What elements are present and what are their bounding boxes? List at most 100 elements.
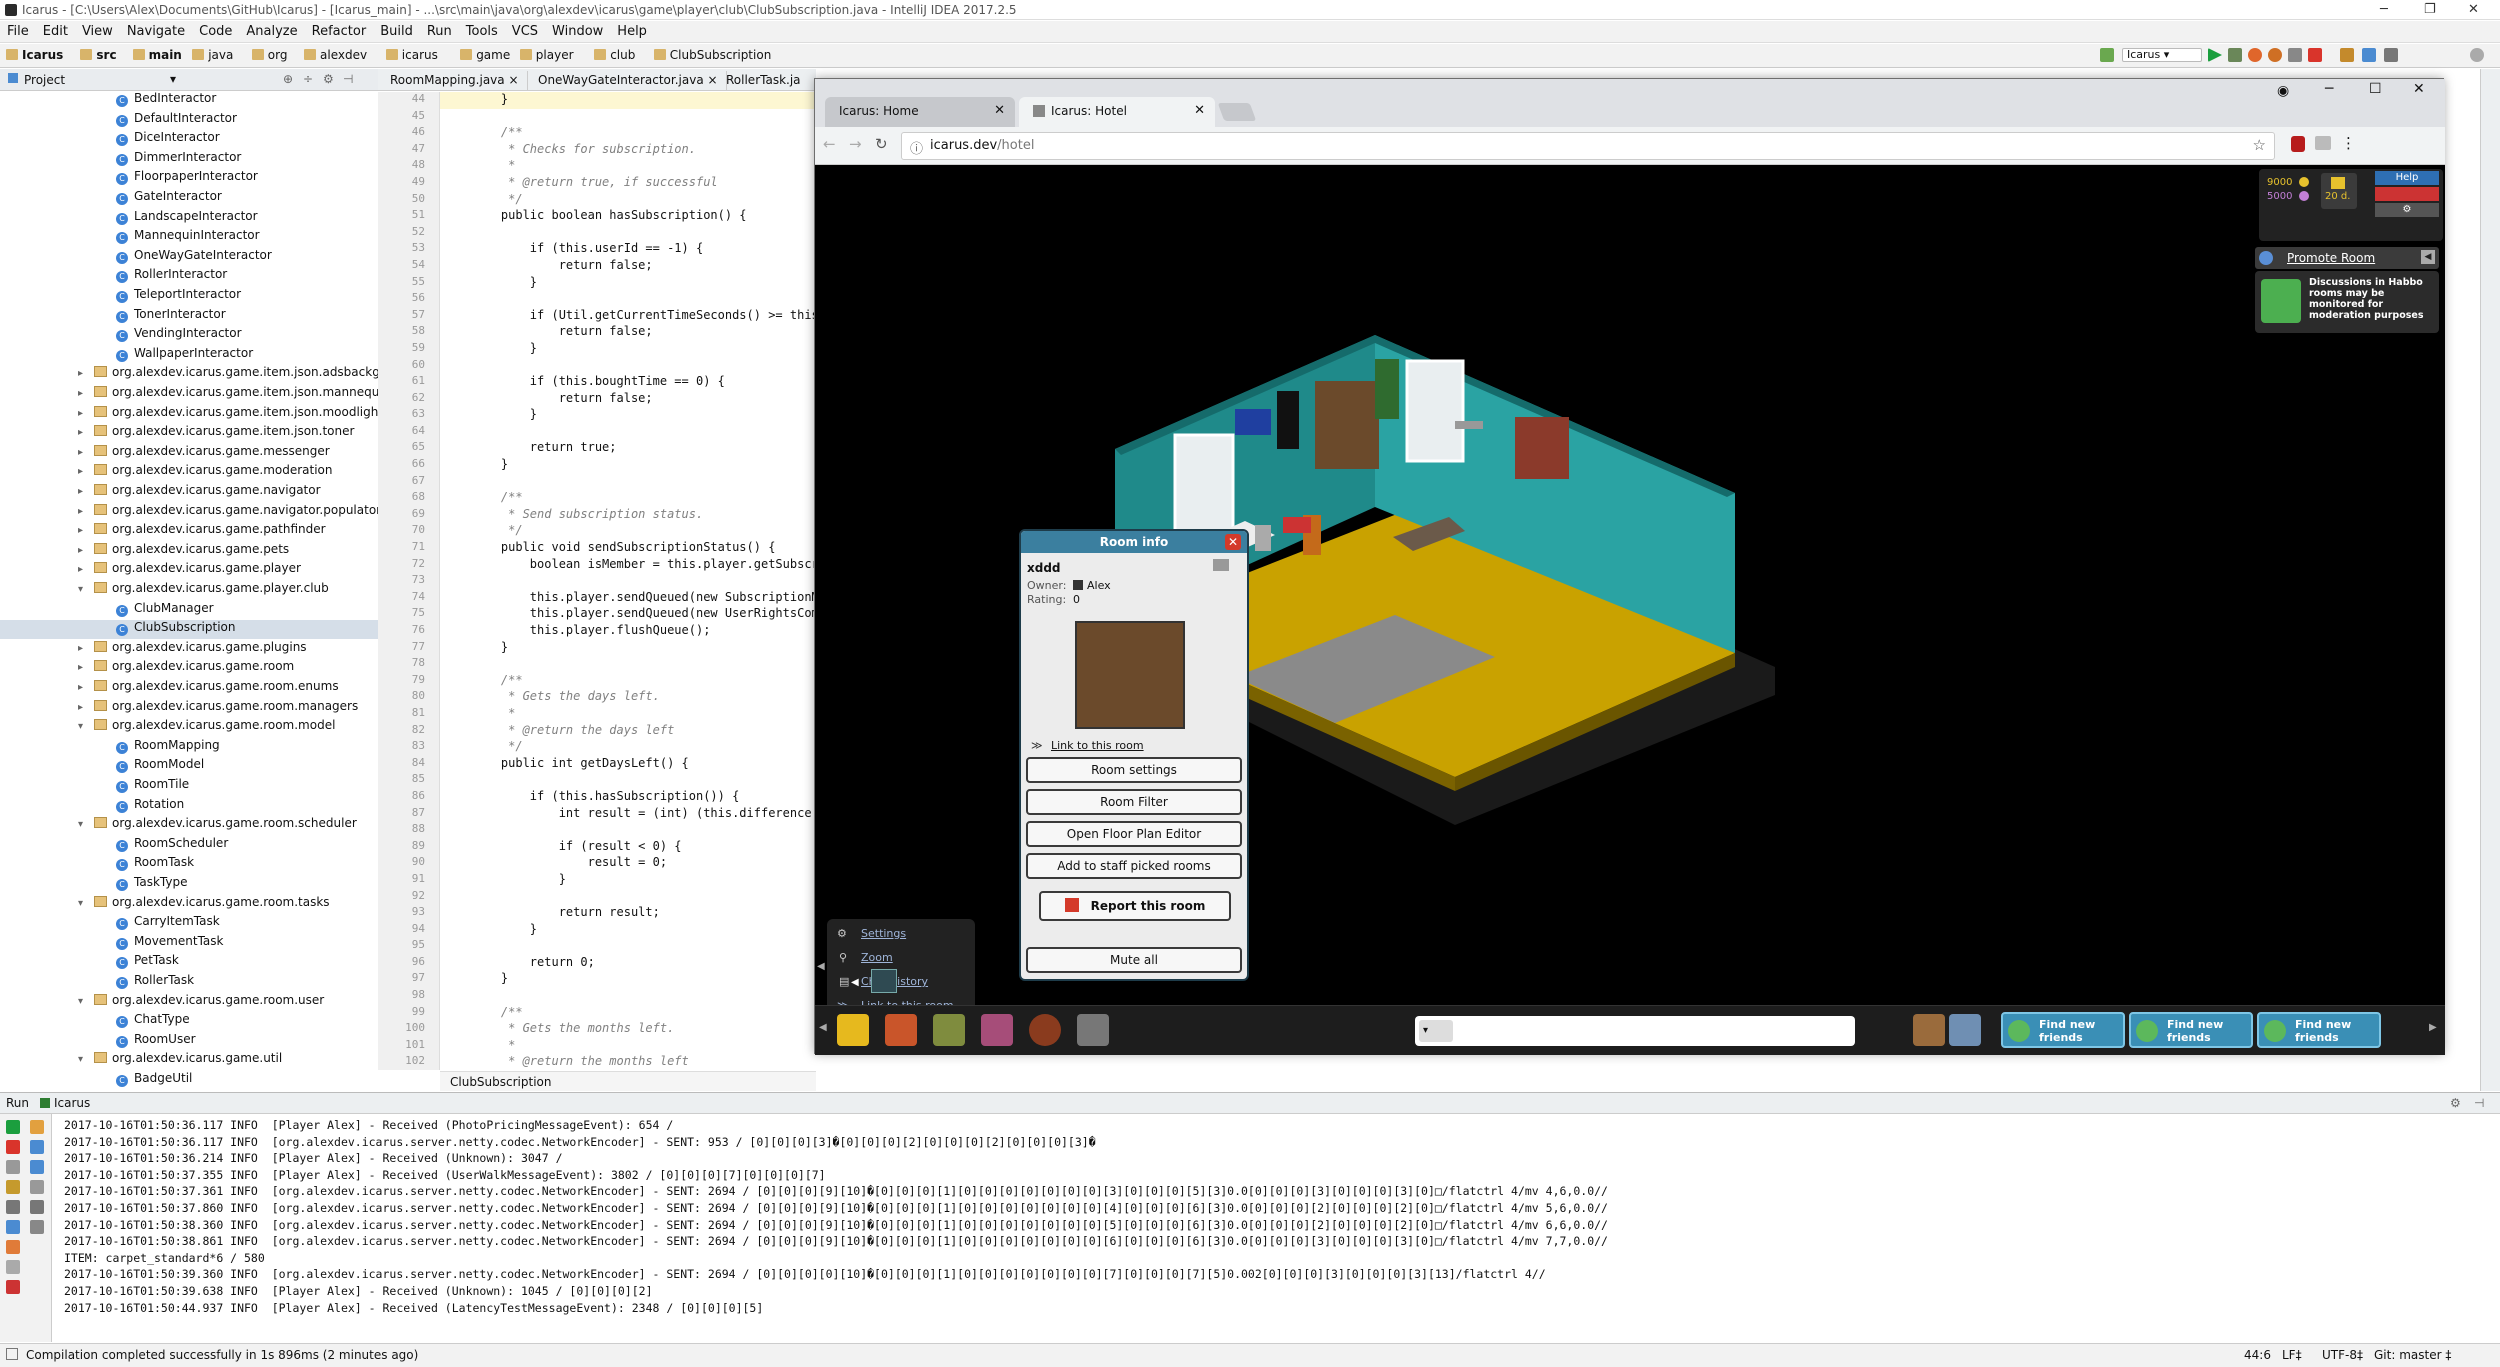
chevron-down-icon[interactable]: ▾ (78, 819, 90, 830)
code-line[interactable] (440, 109, 816, 126)
tree-package-item[interactable]: ▸ org.alexdev.icarus.game.room (0, 659, 378, 678)
code-line[interactable]: boolean isMember = this.player.getSubscr… (440, 557, 816, 574)
status-icon[interactable] (6, 1348, 18, 1360)
tree-package-item[interactable]: ▸ org.alexdev.icarus.game.pets (0, 542, 378, 561)
minimize-button[interactable]: ─ (2325, 81, 2333, 97)
tree-class-item[interactable]: C RoomScheduler (0, 836, 378, 855)
sync-icon[interactable] (2384, 48, 2398, 62)
code-line[interactable]: } (440, 872, 816, 889)
reload-icon[interactable]: ↻ (875, 135, 888, 153)
link-to-room[interactable]: Link to this room (1051, 739, 1144, 752)
wrap-icon[interactable] (30, 1160, 44, 1174)
tree-class-item[interactable]: C Rotation (0, 797, 378, 816)
code-line[interactable]: * Checks for subscription. (440, 142, 816, 159)
tree-class-item[interactable]: C LandscapeInteractor (0, 209, 378, 228)
code-line[interactable]: } (440, 407, 816, 424)
code-line[interactable]: } (440, 971, 816, 988)
tab-rollertask[interactable]: RollerTask.ja (718, 71, 809, 91)
chevron-right-icon[interactable]: ▸ (78, 486, 90, 497)
sdk-icon[interactable] (2362, 48, 2376, 62)
cabinet[interactable] (1515, 417, 1569, 479)
tree-class-item[interactable]: C ChatType (0, 1012, 378, 1031)
collapse-arrow-icon[interactable]: ◀ (817, 961, 825, 972)
tree-class-item[interactable]: C VendingInteractor (0, 326, 378, 345)
stop-icon[interactable] (6, 1140, 20, 1154)
code-line[interactable] (440, 889, 816, 906)
floor-plan-editor-button[interactable]: Open Floor Plan Editor (1026, 821, 1242, 847)
gear-icon[interactable]: ⚙ (323, 72, 334, 86)
tree-package-item[interactable]: ▸ org.alexdev.icarus.game.player (0, 561, 378, 580)
settings-icon[interactable] (6, 1200, 20, 1214)
search-friends-icon[interactable] (1949, 1014, 1981, 1046)
chat-style-select[interactable]: ▾ (1419, 1020, 1453, 1042)
find-friends-button[interactable]: Find new friends (2001, 1012, 2125, 1048)
scroll-end-icon[interactable] (30, 1180, 44, 1194)
run-config-label[interactable]: Icarus (54, 1096, 90, 1110)
tree-class-item[interactable]: C TeleportInteractor (0, 287, 378, 306)
code-line[interactable]: if (Util.getCurrentTimeSeconds() >= this… (440, 308, 816, 325)
tree-package-item[interactable]: ▸ org.alexdev.icarus.game.room.enums (0, 679, 378, 698)
mute-all-button[interactable]: Mute all (1026, 947, 1242, 973)
code-line[interactable]: return result; (440, 905, 816, 922)
code-line[interactable]: /** (440, 673, 816, 690)
chevron-down-icon[interactable]: ▾ (170, 72, 176, 86)
room-settings-button[interactable]: Room settings (1026, 757, 1242, 783)
status-message[interactable]: Compilation completed successfully in 1s… (26, 1348, 418, 1362)
project-structure-icon[interactable] (2340, 48, 2354, 62)
tree-package-item[interactable]: ▸ org.alexdev.icarus.game.item.json.adsba… (0, 365, 378, 384)
tree-package-item[interactable]: ▾ org.alexdev.icarus.game.util (0, 1051, 378, 1070)
chevron-right-icon[interactable]: ▸ (78, 388, 90, 399)
build-icon[interactable] (2100, 48, 2114, 62)
down-icon[interactable] (30, 1140, 44, 1154)
tree-class-item[interactable]: C OneWayGateInteractor (0, 248, 378, 267)
code-line[interactable]: public int getDaysLeft() { (440, 756, 816, 773)
tree-package-item[interactable]: ▾ org.alexdev.icarus.game.room.model (0, 718, 378, 737)
chevron-right-icon[interactable]: ▸ (78, 564, 90, 575)
code-line[interactable]: public void sendSubscriptionStatus() { (440, 540, 816, 557)
code-line[interactable]: if (this.boughtTime == 0) { (440, 374, 816, 391)
tree-class-item[interactable]: C RoomTask (0, 855, 378, 874)
tree-package-item[interactable]: ▾ org.alexdev.icarus.game.room.tasks (0, 895, 378, 914)
chevron-down-icon[interactable]: ▾ (78, 584, 90, 595)
chevron-down-icon[interactable]: ▾ (78, 1054, 90, 1065)
tree-package-item[interactable]: ▸ org.alexdev.icarus.game.room.managers (0, 699, 378, 718)
address-bar[interactable]: ⓘ icarus.dev/hotel ☆ (901, 132, 2275, 160)
up-icon[interactable] (30, 1120, 44, 1134)
menu-view[interactable]: View (75, 21, 120, 42)
tree-package-item[interactable]: ▸ org.alexdev.icarus.game.plugins (0, 640, 378, 659)
collapse-icon[interactable]: ◀ (2421, 250, 2435, 264)
zoom-link[interactable]: Zoom (861, 951, 893, 964)
room-filter-button[interactable]: Room Filter (1026, 789, 1242, 815)
maximize-button[interactable]: ❐ (2424, 2, 2436, 17)
breadcrumb-club[interactable]: club (594, 48, 635, 62)
owner-name[interactable]: Alex (1087, 579, 1111, 592)
code-line[interactable]: /** (440, 125, 816, 142)
hide-icon[interactable]: ⊣ (343, 72, 353, 86)
profile-icon[interactable] (2268, 48, 2282, 62)
line-separator[interactable]: LF‡ (2282, 1348, 2302, 1362)
code-line[interactable] (440, 822, 816, 839)
tree-class-item[interactable]: C MannequinInteractor (0, 228, 378, 247)
speaker[interactable] (1255, 525, 1271, 551)
tree-package-item[interactable]: ▾ org.alexdev.icarus.game.player.club (0, 581, 378, 600)
chevron-right-icon[interactable]: ▸ (78, 408, 90, 419)
tree-class-item[interactable]: C DefaultInteractor (0, 111, 378, 130)
code-line[interactable]: * Gets the days left. (440, 689, 816, 706)
settings-link[interactable]: Settings (861, 927, 906, 940)
code-line[interactable]: } (440, 457, 816, 474)
code-line[interactable]: * @return true, if successful (440, 175, 816, 192)
chevron-down-icon[interactable]: ▾ (78, 721, 90, 732)
attach-icon[interactable] (2288, 48, 2302, 62)
breadcrumb-game[interactable]: game (460, 48, 510, 62)
chat-input[interactable]: ▾ (1415, 1016, 1855, 1046)
code-line[interactable]: return false; (440, 324, 816, 341)
close-button[interactable]: ✕ (2468, 2, 2479, 17)
promote-room-link[interactable]: Promote Room (2287, 251, 2375, 265)
clear-icon[interactable] (30, 1220, 44, 1234)
breadcrumb-org[interactable]: org (251, 48, 287, 62)
chevron-right-icon[interactable]: ▸ (78, 447, 90, 458)
camera-icon[interactable] (1077, 1014, 1109, 1046)
catalogue-icon[interactable] (933, 1014, 965, 1046)
code-line[interactable]: if (this.hasSubscription()) { (440, 789, 816, 806)
menu-code[interactable]: Code (192, 21, 239, 42)
